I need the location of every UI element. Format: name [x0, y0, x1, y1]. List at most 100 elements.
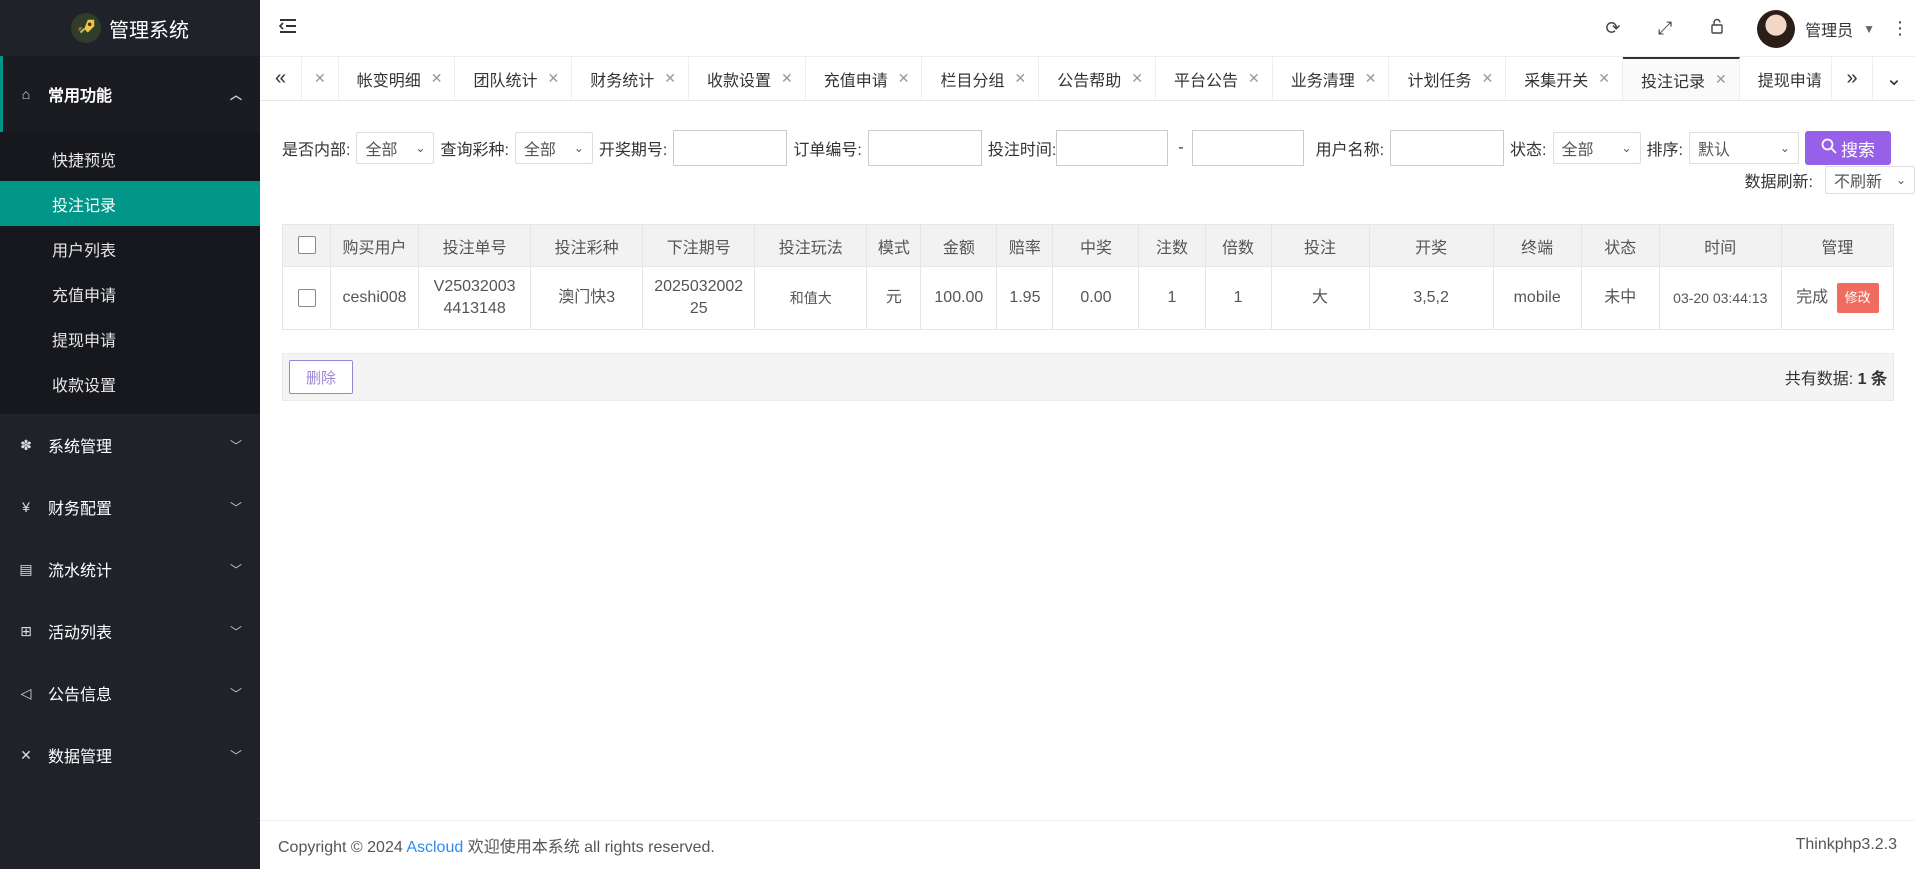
- caret-down-icon: ▼: [1863, 21, 1875, 36]
- tab-label: 财务统计: [590, 72, 655, 90]
- user-menu[interactable]: 管理员 ▼: [1743, 9, 1885, 48]
- select-value: 全部: [1561, 142, 1594, 159]
- tab-label: 业务清理: [1290, 72, 1355, 90]
- close-icon[interactable]: ✕: [664, 70, 676, 87]
- tab-recharge-request[interactable]: 充值申请 ✕: [806, 57, 923, 100]
- cell-amount: 100.00: [920, 266, 998, 330]
- total-suffix: 条: [1870, 371, 1887, 388]
- search-button[interactable]: 搜索: [1804, 131, 1891, 165]
- tab-label: 平台公告: [1173, 72, 1238, 90]
- select-all-checkbox[interactable]: [297, 236, 316, 255]
- table-action-bar: 删除 共有数据: 1 条: [282, 353, 1894, 401]
- sidebar-item-quick-preview[interactable]: 快捷预览: [0, 136, 260, 181]
- tab-label: 收款设置: [706, 72, 771, 90]
- col-header: 投注: [1270, 224, 1370, 267]
- tab-column-groups[interactable]: 栏目分组 ✕: [922, 57, 1040, 100]
- time-end-input[interactable]: [1191, 130, 1304, 166]
- tab-label: 充值申请: [823, 72, 888, 90]
- chevron-down-icon: ﹀: [229, 562, 242, 577]
- tab-scheduled-tasks[interactable]: 计划任务 ✕: [1389, 57, 1507, 100]
- close-icon[interactable]: ✕: [1482, 70, 1494, 87]
- tab-payment-settings[interactable]: 收款设置 ✕: [689, 57, 806, 100]
- total-count: 共有数据: 1 条: [1785, 365, 1887, 389]
- gear-icon: ✽: [20, 436, 32, 453]
- cell-odds: 1.95: [996, 266, 1054, 330]
- tab-notice-help[interactable]: 公告帮助 ✕: [1039, 57, 1156, 100]
- tab-withdraw-request[interactable]: 提现申请✕: [1740, 57, 1831, 100]
- sidebar-item-withdraw-request[interactable]: 提现申请: [0, 316, 260, 361]
- close-icon[interactable]: ✕: [1131, 70, 1143, 87]
- cell-time: 03-20 03:44:13: [1658, 266, 1782, 330]
- tab-collect-switch[interactable]: 采集开关 ✕: [1506, 57, 1623, 100]
- tab-bar: « ✕ 帐变明细 ✕ 团队统计 ✕ 财务统计 ✕ 收款设置 ✕ 充值申请 ✕ 栏目分组 ✕ …: [260, 57, 1915, 101]
- col-header: 模式: [866, 224, 922, 267]
- nav-head-activity[interactable]: ⊞ 活动列表 ﹀: [0, 600, 260, 662]
- internal-label: 是否内部:: [282, 142, 351, 159]
- nav-head-common[interactable]: ⌂ 常用功能 ︿: [0, 56, 260, 132]
- col-header: 中奖: [1052, 224, 1140, 267]
- brand-link[interactable]: Ascloud: [406, 839, 463, 856]
- nav-head-label: 财务配置: [48, 501, 113, 518]
- close-icon[interactable]: ✕: [1248, 70, 1260, 87]
- col-header: 状态: [1580, 224, 1660, 267]
- done-link[interactable]: 完成: [1796, 289, 1828, 306]
- sidebar-item-recharge-request[interactable]: 充值申请: [0, 271, 260, 316]
- refresh-icon[interactable]: ⟳: [1587, 18, 1639, 39]
- lottery-select[interactable]: 全部 ⌄: [514, 132, 593, 164]
- tabs-menu-chevron-down-icon[interactable]: ⌄: [1873, 57, 1915, 100]
- lock-icon[interactable]: [1691, 18, 1743, 39]
- nav-head-data[interactable]: ✕ 数据管理 ﹀: [0, 724, 260, 786]
- username-input[interactable]: [1390, 130, 1505, 166]
- close-icon[interactable]: ✕: [1015, 70, 1027, 87]
- internal-select[interactable]: 全部 ⌄: [356, 132, 435, 164]
- status-select[interactable]: 全部 ⌄: [1552, 132, 1641, 164]
- tab-team-stats[interactable]: 团队统计 ✕: [455, 57, 573, 100]
- time-start-input[interactable]: [1056, 130, 1169, 166]
- close-icon[interactable]: ✕: [1715, 71, 1727, 88]
- col-header: 金额: [920, 224, 998, 267]
- sort-select[interactable]: 默认 ⌄: [1688, 132, 1799, 164]
- tab-account-changes[interactable]: 帐变明细 ✕: [339, 57, 456, 100]
- tab-hidden-close[interactable]: ✕: [302, 57, 339, 100]
- tabs-scroll-left-icon[interactable]: «: [260, 57, 302, 100]
- close-icon[interactable]: ✕: [431, 70, 443, 87]
- select-value: 全部: [523, 142, 556, 159]
- sidebar-item-user-list[interactable]: 用户列表: [0, 226, 260, 271]
- close-icon[interactable]: ✕: [548, 70, 560, 87]
- tabs-scroll-right-icon[interactable]: »: [1831, 57, 1873, 100]
- chevron-down-icon: ⌄: [1621, 141, 1632, 155]
- tab-finance-stats[interactable]: 财务统计 ✕: [572, 57, 689, 100]
- delete-button[interactable]: 删除: [289, 360, 354, 394]
- more-vertical-icon[interactable]: ⋮: [1885, 18, 1915, 39]
- fullscreen-icon[interactable]: ⤢: [1639, 18, 1691, 39]
- tab-business-cleanup[interactable]: 业务清理 ✕: [1273, 57, 1390, 100]
- cell-win: 0.00: [1052, 266, 1140, 330]
- close-icon[interactable]: ✕: [314, 70, 326, 87]
- close-icon[interactable]: ✕: [1365, 70, 1377, 87]
- nav-head-flow[interactable]: ▤ 流水统计 ﹀: [0, 538, 260, 600]
- period-input[interactable]: [673, 130, 788, 166]
- order-input[interactable]: [867, 130, 982, 166]
- sidebar-item-bet-records[interactable]: 投注记录: [0, 181, 260, 226]
- col-header: 投注彩种: [530, 224, 644, 267]
- tab-platform-notice[interactable]: 平台公告 ✕: [1156, 57, 1273, 100]
- row-checkbox[interactable]: [297, 288, 316, 307]
- app-logo[interactable]: 管理系统: [0, 0, 260, 56]
- nav-head-notice[interactable]: ◁ 公告信息 ﹀: [0, 662, 260, 724]
- nav-head-finance[interactable]: ¥ 财务配置 ﹀: [0, 476, 260, 538]
- cell-order-no: V25032003 4413148: [418, 266, 532, 330]
- menu-toggle-icon[interactable]: [278, 16, 302, 40]
- col-header: 下注期号: [642, 224, 756, 267]
- period-line: 2025032002: [654, 278, 744, 295]
- nav-head-system[interactable]: ✽ 系统管理 ﹀: [0, 414, 260, 476]
- refresh-select[interactable]: 不刷新 ⌄: [1825, 166, 1915, 194]
- tab-label: 采集开关: [1524, 72, 1589, 90]
- close-icon[interactable]: ✕: [781, 70, 793, 87]
- close-icon[interactable]: ✕: [1598, 70, 1610, 87]
- chevron-down-icon: ﹀: [229, 748, 242, 763]
- close-icon[interactable]: ✕: [898, 70, 910, 87]
- edit-button[interactable]: 修改: [1836, 283, 1879, 313]
- nav-head-label: 常用功能: [48, 88, 113, 105]
- tab-bet-records[interactable]: 投注记录 ✕: [1622, 57, 1740, 100]
- sidebar-item-payment-settings[interactable]: 收款设置: [0, 361, 260, 406]
